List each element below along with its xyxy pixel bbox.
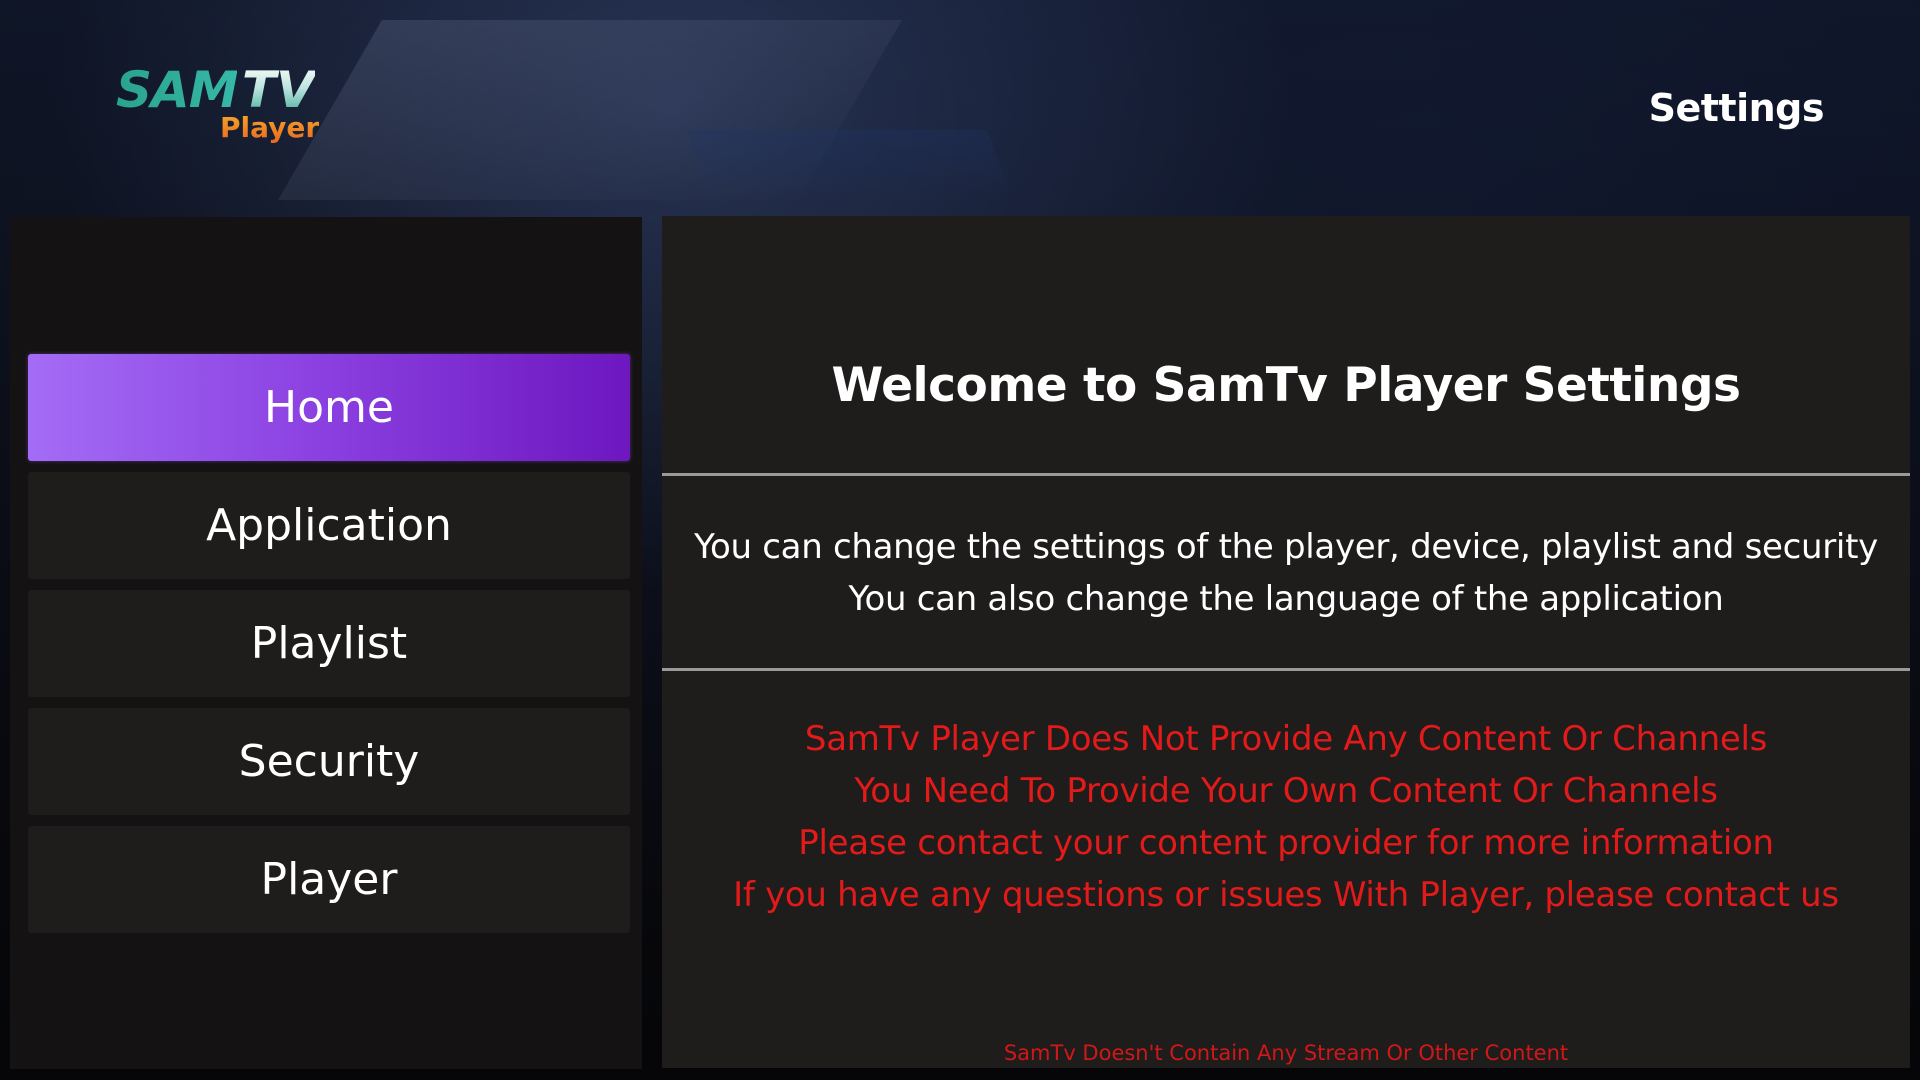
- divider: [662, 473, 1910, 476]
- app-screen: SAM TV Player Settings Home Application …: [0, 0, 1920, 1080]
- footer-disclaimer: SamTv Doesn't Contain Any Stream Or Othe…: [1003, 1041, 1569, 1065]
- logo-tv-text: TV: [242, 61, 315, 119]
- settings-menu: Home Application Playlist Security Playe…: [28, 354, 630, 944]
- info-line: You can change the settings of the playe…: [694, 527, 1878, 567]
- disclaimer-line: SamTv Player Does Not Provide Any Conten…: [804, 719, 1768, 759]
- sidebar-item-security[interactable]: Security: [28, 708, 630, 815]
- content-disclaimer: SamTv Player Does Not Provide Any Conten…: [662, 713, 1910, 921]
- samtv-logo: SAM TV Player: [116, 62, 336, 152]
- page-title: Settings: [1648, 86, 1825, 130]
- settings-content-panel: Welcome to SamTv Player Settings You can…: [662, 216, 1910, 1068]
- disclaimer-line: You Need To Provide Your Own Content Or …: [854, 771, 1718, 811]
- sidebar-item-home[interactable]: Home: [28, 354, 630, 461]
- disclaimer-line: If you have any questions or issues With…: [733, 875, 1839, 915]
- background-decoration: [687, 130, 1013, 200]
- sidebar-item-application[interactable]: Application: [28, 472, 630, 579]
- info-text: You can change the settings of the playe…: [662, 521, 1910, 625]
- info-line: You can also change the language of the …: [848, 579, 1724, 619]
- welcome-title: Welcome to SamTv Player Settings: [831, 358, 1741, 413]
- disclaimer-line: Please contact your content provider for…: [798, 823, 1774, 863]
- logo-sam-text: SAM: [116, 61, 238, 119]
- sidebar-item-player[interactable]: Player: [28, 826, 630, 933]
- divider: [662, 668, 1910, 671]
- logo-player-text: Player: [220, 111, 320, 144]
- settings-sidebar: Home Application Playlist Security Playe…: [10, 217, 642, 1069]
- sidebar-item-playlist[interactable]: Playlist: [28, 590, 630, 697]
